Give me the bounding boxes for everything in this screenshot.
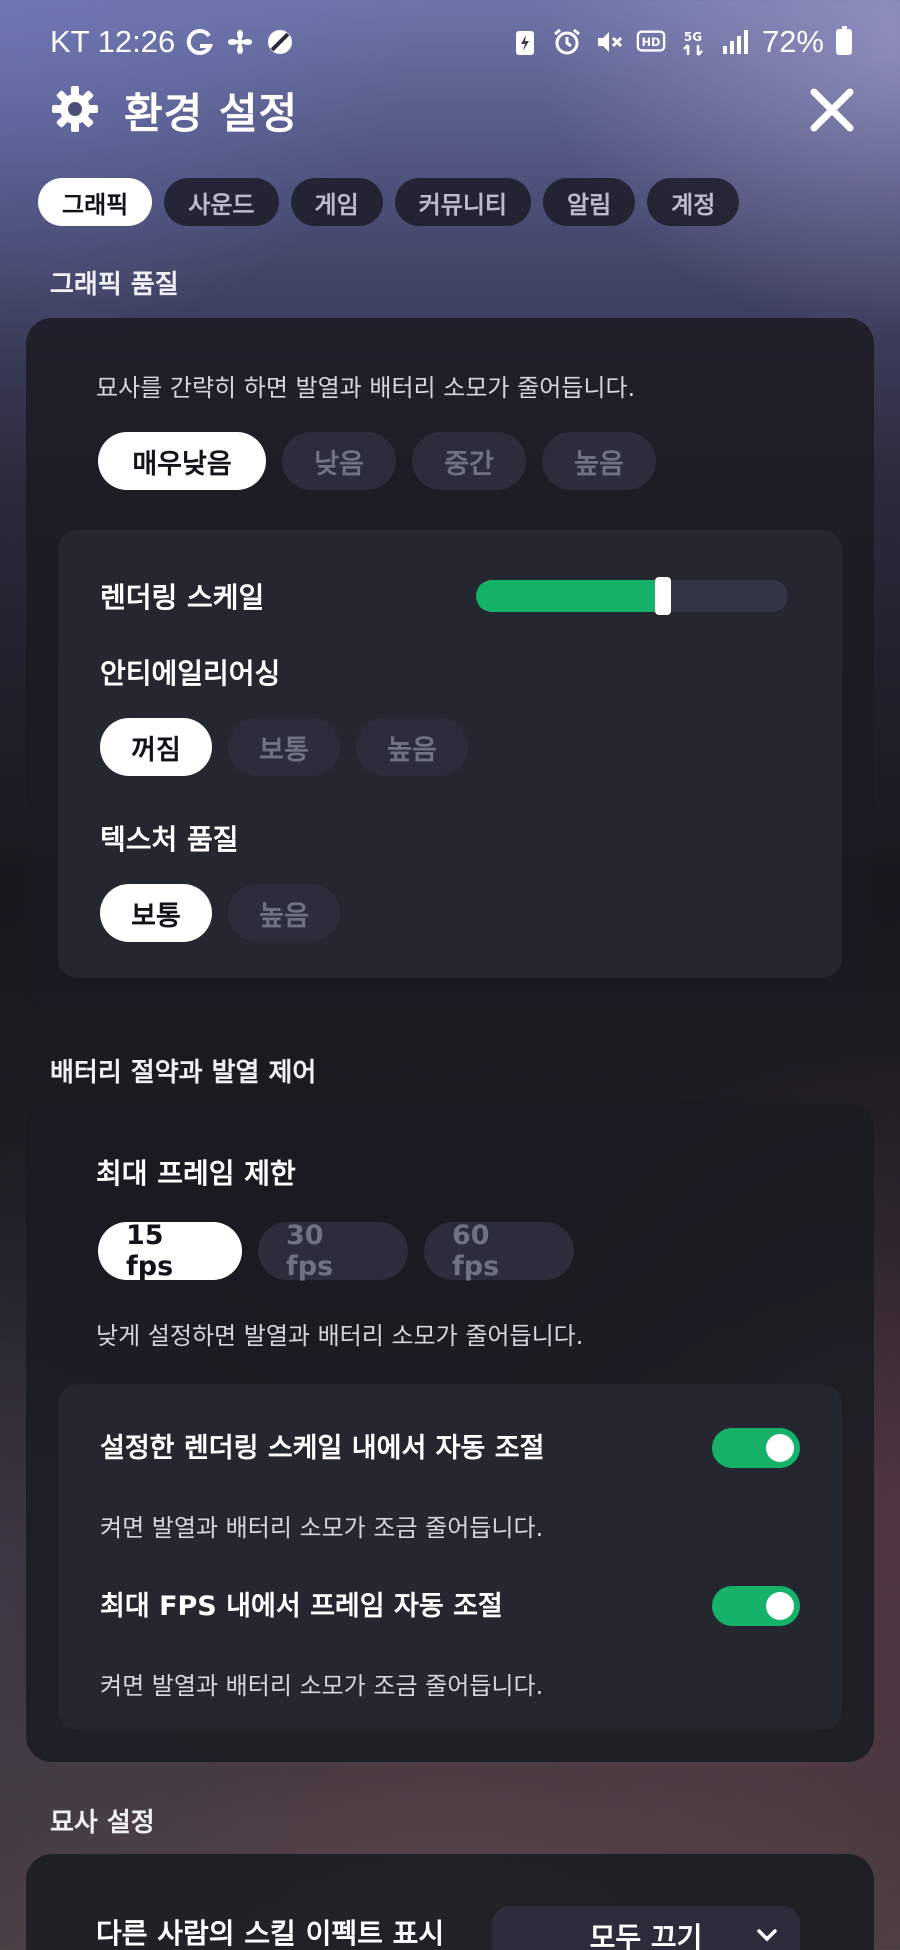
preset-high[interactable]: 높음 — [542, 432, 656, 490]
fps-60[interactable]: 60 fps — [424, 1220, 574, 1282]
tab-game[interactable]: 게임 — [290, 178, 383, 226]
auto-scale-description: 켜면 발열과 배터리 소모가 조금 줄어듭니다. — [100, 1514, 544, 1542]
antialiasing-label: 안티에일리어싱 — [100, 657, 281, 690]
status-time: KT 12:26 — [50, 24, 176, 59]
svg-text:HD: HD — [642, 36, 661, 49]
battery-percent: 72% — [761, 24, 824, 59]
fps-30[interactable]: 30 fps — [258, 1220, 408, 1282]
texture-quality-group: 보통 높음 — [100, 884, 340, 942]
rendering-scale-fill — [476, 580, 664, 612]
texture-normal[interactable]: 보통 — [100, 884, 212, 942]
fps-15[interactable]: 15 fps — [98, 1220, 242, 1282]
texture-quality-label: 텍스처 품질 — [100, 823, 239, 856]
skill-effect-value: 모두 끄기 — [589, 1921, 703, 1950]
auto-scale-label: 설정한 렌더링 스케일 내에서 자동 조절 — [100, 1433, 545, 1464]
render-settings-title: 묘사 설정 — [50, 1808, 155, 1838]
skill-effect-select[interactable]: 모두 끄기 — [492, 1906, 800, 1950]
mute-icon — [594, 27, 624, 57]
graphics-detail-panel: 렌더링 스케일 안티에일리어싱 꺼짐 보통 높음 텍스처 품질 보통 높음 — [58, 530, 842, 978]
fps-group: 15 fps 30 fps 60 fps — [98, 1220, 574, 1282]
svg-text:5G: 5G — [684, 30, 702, 44]
rendering-scale-label: 렌더링 스케일 — [100, 581, 265, 614]
page-title: 환경 설정 — [124, 89, 299, 138]
auto-frame-label: 최대 FPS 내에서 프레임 자동 조절 — [100, 1591, 503, 1622]
skill-effect-label: 다른 사람의 스킬 이펙트 표시 — [96, 1917, 445, 1950]
blocked-icon — [265, 27, 295, 57]
auto-adjust-panel: 설정한 렌더링 스케일 내에서 자동 조절 켜면 발열과 배터리 소모가 조금 … — [58, 1384, 842, 1730]
header: 환경 설정 — [50, 78, 860, 138]
auto-scale-toggle-knob — [766, 1434, 794, 1462]
frame-limit-label: 최대 프레임 제한 — [96, 1157, 296, 1190]
fan-icon — [225, 27, 255, 57]
render-settings-card: 다른 사람의 스킬 이펙트 표시 모두 끄기 — [26, 1854, 874, 1950]
antialiasing-high[interactable]: 높음 — [356, 718, 468, 776]
auto-frame-toggle[interactable] — [712, 1586, 800, 1626]
auto-scale-toggle[interactable] — [712, 1428, 800, 1468]
preset-very-low[interactable]: 매우낮음 — [98, 432, 266, 490]
tab-community[interactable]: 커뮤니티 — [394, 178, 531, 226]
tab-notifications[interactable]: 알림 — [543, 178, 636, 226]
tab-sound[interactable]: 사운드 — [164, 178, 279, 226]
frame-limit-description: 낮게 설정하면 발열과 배터리 소모가 줄어듭니다. — [96, 1322, 584, 1350]
auto-frame-description: 켜면 발열과 배터리 소모가 조금 줄어듭니다. — [100, 1672, 544, 1700]
graphics-quality-title: 그래픽 품질 — [50, 270, 179, 300]
antialiasing-normal[interactable]: 보통 — [228, 718, 340, 776]
signal-icon — [720, 27, 750, 57]
battery-icon — [836, 26, 852, 55]
tab-graphics[interactable]: 그래픽 — [38, 178, 153, 226]
tab-bar: 그래픽 사운드 게임 커뮤니티 알림 계정 — [38, 178, 740, 226]
status-bar: KT 12:26 HD 5G 72% — [0, 0, 900, 86]
preset-medium[interactable]: 중간 — [412, 432, 526, 490]
battery-section-title: 배터리 절약과 발열 제어 — [50, 1058, 317, 1088]
antialiasing-group: 꺼짐 보통 높음 — [100, 718, 468, 776]
texture-high[interactable]: 높음 — [228, 884, 340, 942]
chevron-down-icon — [757, 1929, 777, 1942]
battery-card: 최대 프레임 제한 15 fps 30 fps 60 fps 낮게 설정하면 발… — [26, 1102, 874, 1762]
auto-frame-toggle-knob — [766, 1592, 794, 1620]
graphics-quality-description: 묘사를 간략히 하면 발열과 배터리 소모가 줄어듭니다. — [96, 374, 636, 402]
gear-icon — [52, 86, 98, 132]
close-button[interactable] — [804, 82, 860, 138]
graphics-quality-card: 묘사를 간략히 하면 발열과 배터리 소모가 줄어듭니다. 매우낮음 낮음 중간… — [26, 318, 874, 1010]
rendering-scale-slider[interactable] — [476, 577, 788, 615]
alarm-icon — [552, 27, 582, 57]
g-app-icon — [185, 27, 215, 57]
antialiasing-off[interactable]: 꺼짐 — [100, 718, 212, 776]
tab-account[interactable]: 계정 — [647, 178, 740, 226]
hd-voice-icon: HD — [636, 27, 666, 57]
rendering-scale-thumb[interactable] — [655, 577, 672, 615]
battery-saver-icon — [510, 27, 540, 57]
quality-preset-group: 매우낮음 낮음 중간 높음 — [98, 432, 656, 490]
5g-icon: 5G — [678, 27, 708, 57]
preset-low[interactable]: 낮음 — [282, 432, 396, 490]
